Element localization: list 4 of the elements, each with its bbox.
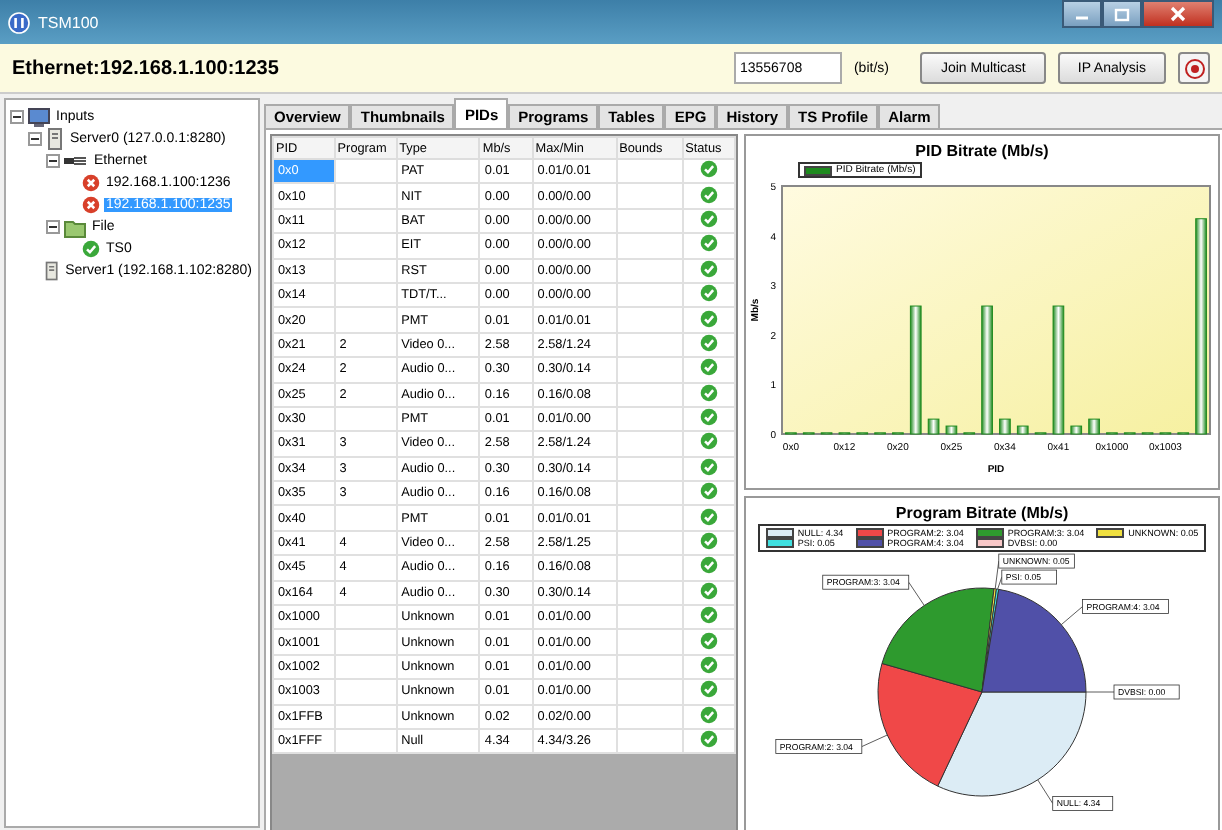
chart-title: PID Bitrate (Mb/s) (915, 142, 1049, 160)
window-title: TSM100 (38, 13, 99, 31)
source-address: Ethernet:192.168.1.100:1235 (12, 57, 279, 79)
chart-title: Program Bitrate (Mb/s) (895, 504, 1069, 522)
